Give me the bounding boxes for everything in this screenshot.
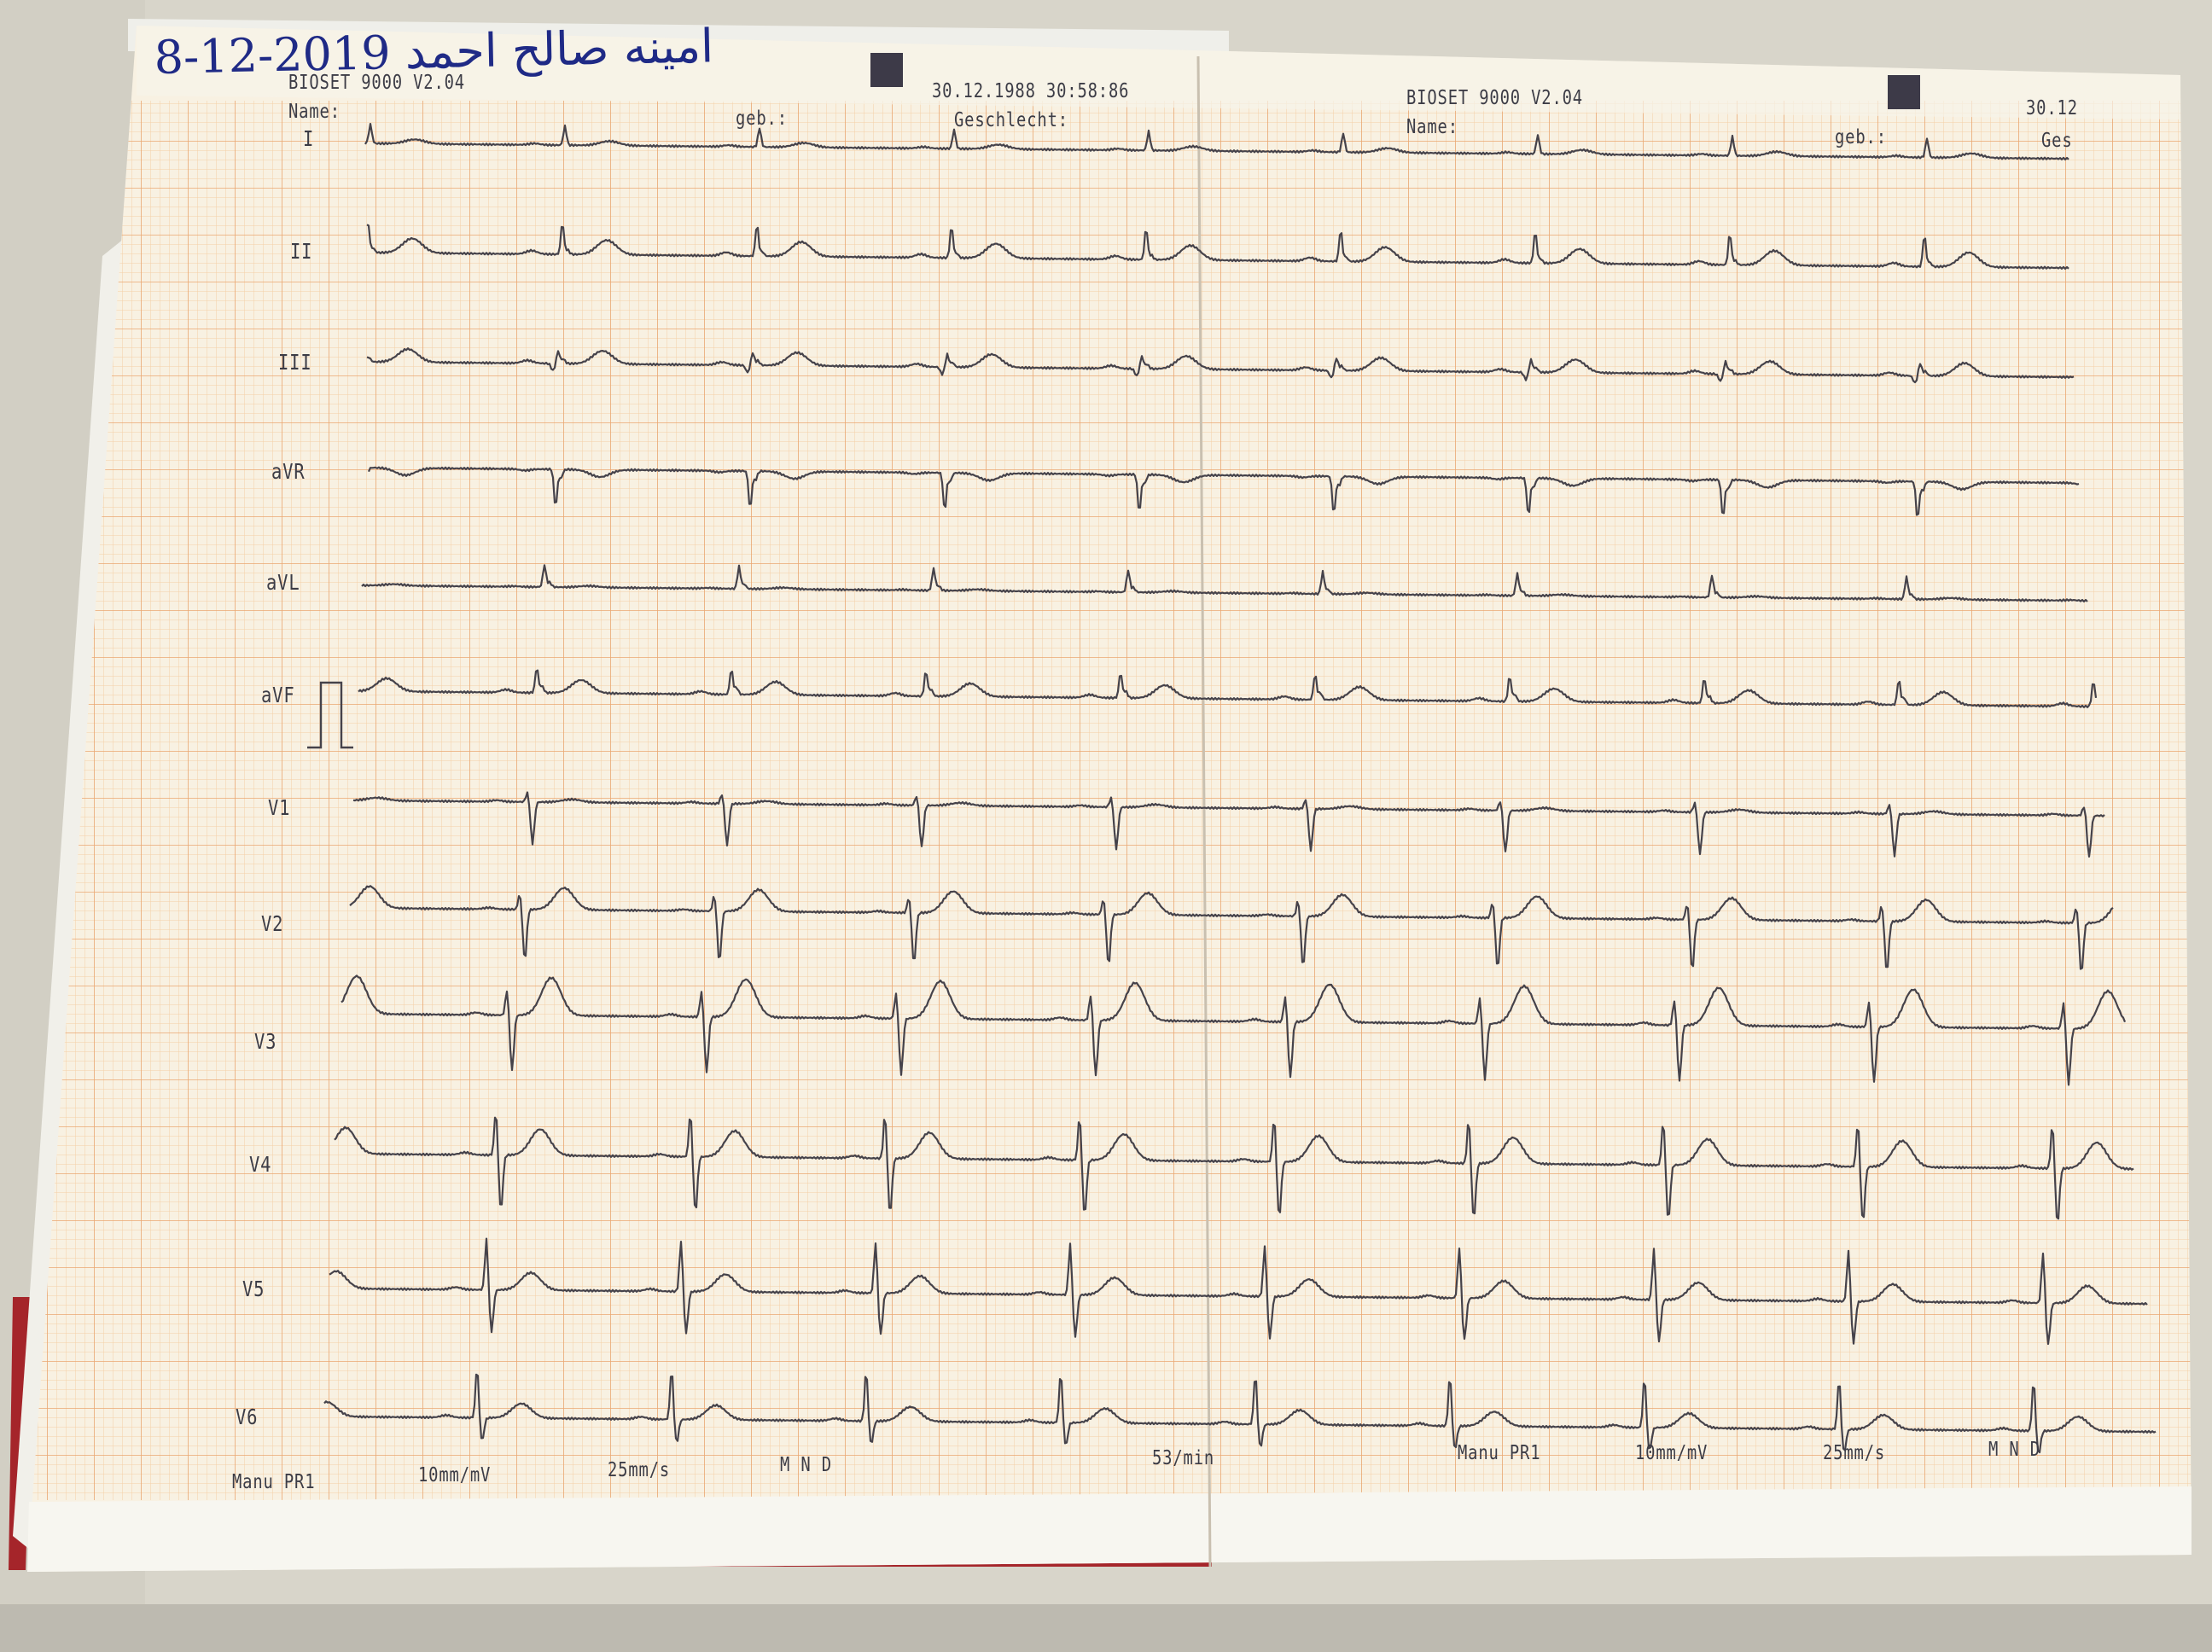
lead-label-V2: V2 (261, 911, 284, 936)
name-label-left: Name: (288, 101, 341, 123)
lead-label-V4: V4 (249, 1152, 272, 1177)
footer-mode-left: Manu PR1 (232, 1471, 316, 1493)
lead-label-aVF: aVF (261, 683, 295, 707)
birth-label-left: geb.: (736, 108, 788, 130)
footer-gain-left: 10mm/mV (418, 1464, 492, 1486)
footer-filters-left: M N D (780, 1454, 832, 1476)
footer-mode-right: Manu PR1 (1458, 1442, 1541, 1464)
device-label-left: BIOSET 9000 V2.04 (288, 72, 465, 94)
sex-label-right: Ges (2041, 130, 2073, 152)
lead-label-II: II (290, 239, 313, 264)
lead-label-aVL: aVL (266, 570, 300, 595)
device-label-right: BIOSET 9000 V2.04 (1406, 87, 1583, 109)
timestamp-left: 30.12.1988 30:58:86 (932, 80, 1130, 102)
lead-label-V5: V5 (242, 1277, 265, 1301)
lead-label-V3: V3 (254, 1029, 277, 1054)
sex-label-left: Geschlecht: (954, 109, 1068, 131)
lead-label-V6: V6 (236, 1405, 259, 1429)
birth-label-right: geb.: (1835, 126, 1887, 148)
print-marker-left (870, 53, 903, 87)
lead-label-I: I (303, 126, 315, 151)
print-marker-right (1888, 75, 1920, 109)
ecg-photo (0, 0, 2212, 1652)
footer-heart-rate: 53/min (1152, 1447, 1215, 1469)
footer-filters-right: M N D (1988, 1439, 2040, 1461)
name-label-right: Name: (1406, 116, 1458, 138)
footer-gain-right: 10mm/mV (1635, 1442, 1708, 1464)
lead-label-aVR: aVR (271, 459, 306, 484)
desk-edge (0, 1604, 2212, 1652)
footer-speed-left: 25mm/s (608, 1459, 671, 1481)
timestamp-right: 30.12 (2026, 97, 2078, 119)
footer-speed-right: 25mm/s (1823, 1442, 1886, 1464)
lead-label-V1: V1 (268, 795, 291, 820)
lead-label-III: III (278, 350, 312, 375)
